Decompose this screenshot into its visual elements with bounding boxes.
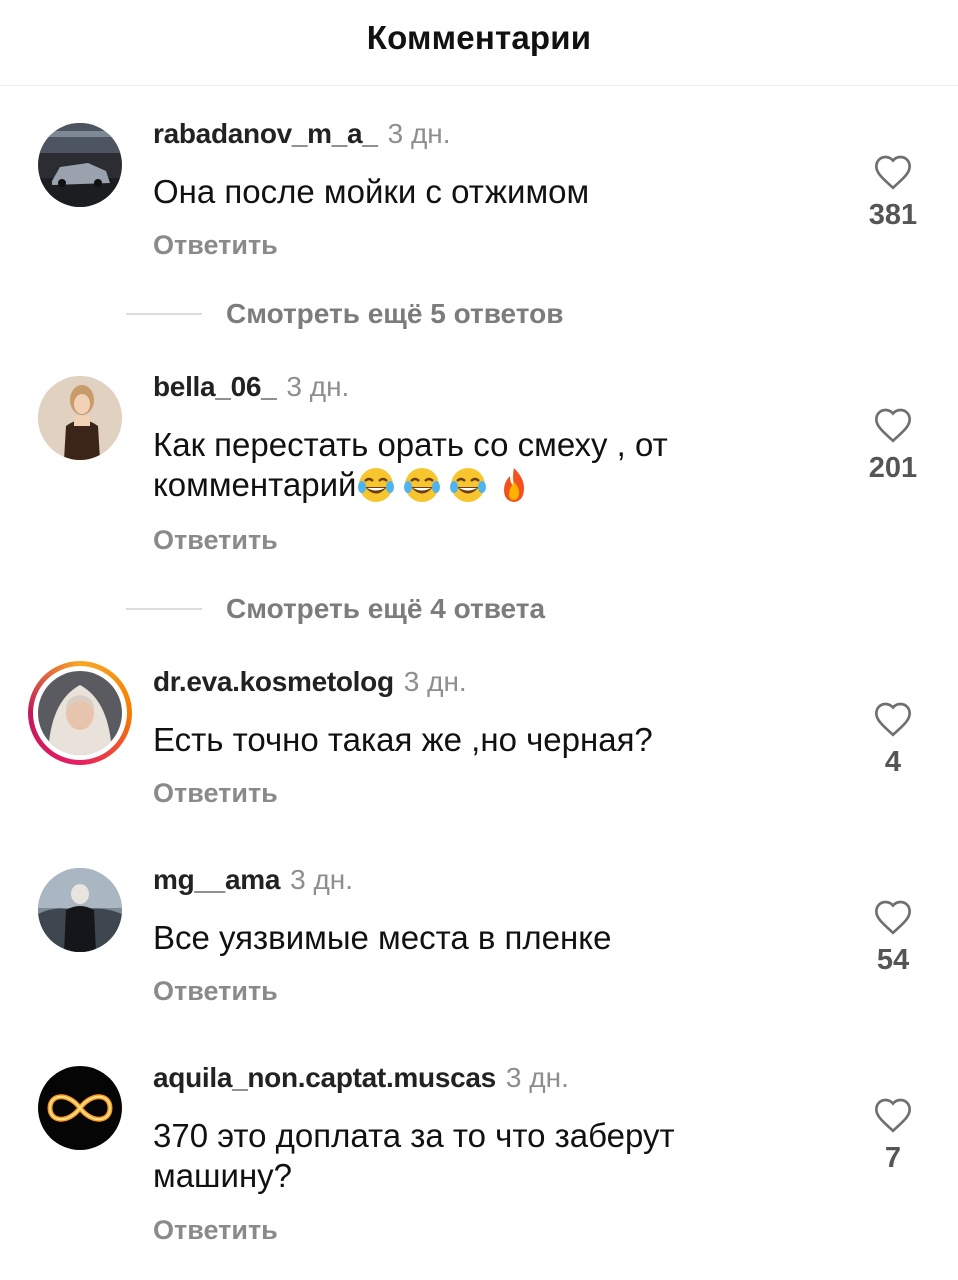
avatar[interactable]	[38, 671, 122, 755]
divider-line	[126, 608, 202, 610]
comment-text-line: 370 это доплата за то что заберут	[153, 1117, 675, 1154]
comment-meta: dr.eva.kosmetolog 3 дн.	[153, 666, 467, 698]
reply-button[interactable]: Ответить	[153, 230, 278, 261]
like-count: 381	[868, 199, 918, 231]
view-more-replies[interactable]: Смотреть ещё 4 ответа	[126, 593, 545, 625]
comment-text: Как перестать орать со смеху , от коммен…	[153, 425, 793, 505]
view-more-replies-label[interactable]: Смотреть ещё 5 ответов	[226, 298, 563, 330]
page-title: Комментарии	[366, 18, 592, 56]
reply-button[interactable]: Ответить	[153, 1215, 278, 1246]
like-count: 7	[884, 1142, 902, 1174]
timestamp: 3 дн.	[286, 371, 350, 402]
comment-text-line: Как перестать орать со смеху , от	[153, 426, 668, 463]
username[interactable]: mg__ama	[153, 864, 280, 895]
heart-outline-icon	[874, 1098, 912, 1133]
like-button[interactable]: 7	[862, 1096, 924, 1175]
like-button[interactable]: 54	[862, 898, 924, 977]
comment-text: Она после мойки с отжимом	[153, 173, 590, 210]
divider-line	[126, 313, 202, 315]
face-with-tears-of-joy-icon	[404, 468, 441, 502]
like-button[interactable]: 381	[862, 153, 924, 232]
like-count: 4	[884, 746, 902, 778]
avatar[interactable]	[38, 868, 122, 952]
view-more-replies-label[interactable]: Смотреть ещё 4 ответа	[226, 593, 545, 625]
avatar[interactable]	[38, 123, 122, 207]
reply-button[interactable]: Ответить	[153, 778, 278, 809]
like-button[interactable]: 4	[862, 700, 924, 779]
heart-outline-icon	[874, 702, 912, 737]
like-button[interactable]: 201	[862, 406, 924, 485]
comment-meta: bella_06_ 3 дн.	[153, 371, 349, 403]
heart-outline-icon	[874, 155, 912, 190]
face-with-tears-of-joy-icon	[358, 468, 395, 502]
like-count: 201	[868, 452, 918, 484]
avatar[interactable]	[38, 1066, 122, 1150]
comment-text-line-2: комментарий	[153, 465, 793, 505]
comment-meta: mg__ama 3 дн.	[153, 864, 353, 896]
reply-button[interactable]: Ответить	[153, 976, 278, 1007]
story-ring[interactable]	[28, 661, 132, 765]
heart-outline-icon	[874, 408, 912, 443]
timestamp: 3 дн.	[387, 118, 451, 149]
comment-text: Есть точно такая же ,но черная?	[153, 721, 653, 758]
reply-button[interactable]: Ответить	[153, 525, 278, 556]
comment-meta: rabadanov_m_a_ 3 дн.	[153, 118, 451, 150]
avatar[interactable]	[38, 376, 122, 460]
like-count: 54	[876, 944, 910, 976]
comment-text: Все уязвимые места в пленке	[153, 919, 612, 956]
username[interactable]: dr.eva.kosmetolog	[153, 666, 394, 697]
fire-icon	[504, 468, 525, 502]
timestamp: 3 дн.	[403, 666, 467, 697]
timestamp: 3 дн.	[505, 1062, 569, 1093]
comment-text: 370 это доплата за то что заберут машину…	[153, 1116, 793, 1196]
username[interactable]: aquila_non.captat.muscas	[153, 1062, 496, 1093]
heart-outline-icon	[874, 900, 912, 935]
timestamp: 3 дн.	[290, 864, 354, 895]
username[interactable]: bella_06_	[153, 371, 277, 402]
view-more-replies[interactable]: Смотреть ещё 5 ответов	[126, 298, 563, 330]
comment-text-fragment: комментарий	[153, 466, 357, 503]
comments-header: Комментарии	[0, 0, 958, 86]
face-with-tears-of-joy-icon	[450, 468, 487, 502]
username[interactable]: rabadanov_m_a_	[153, 118, 378, 149]
comment-meta: aquila_non.captat.muscas 3 дн.	[153, 1062, 569, 1094]
comment-text-line: машину?	[153, 1157, 293, 1194]
